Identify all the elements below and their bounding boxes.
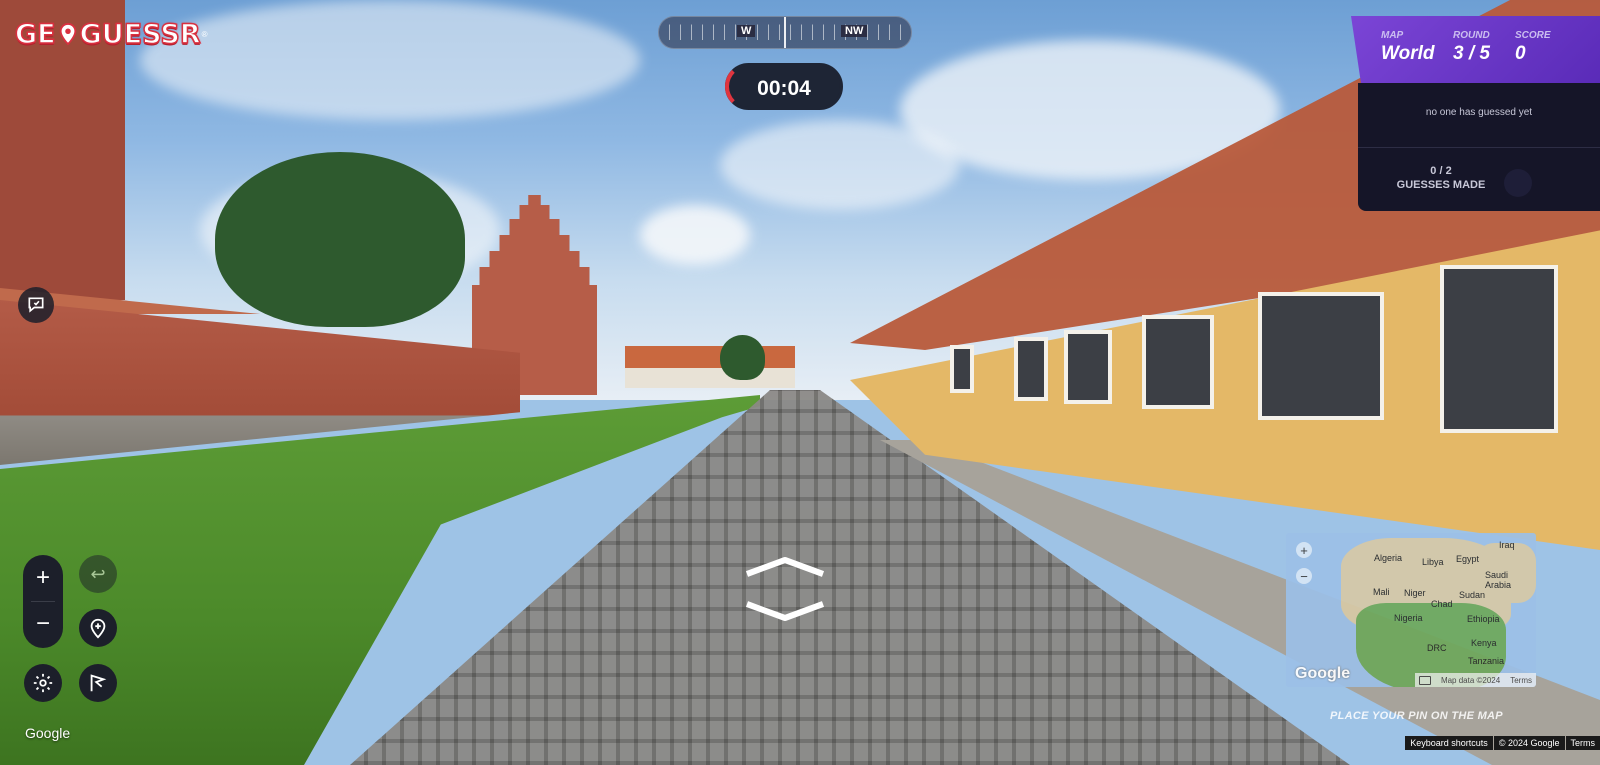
round-info: ROUND 3 / 5	[1453, 30, 1490, 65]
map-label: Niger	[1404, 588, 1426, 598]
chat-icon	[28, 297, 44, 313]
map-data-credit: Map data ©2024	[1440, 675, 1501, 685]
map-label: MAP	[1381, 30, 1404, 41]
minimap-footer: Map data ©2024 Terms	[1414, 673, 1536, 687]
distant-roof	[625, 346, 795, 368]
panel-divider	[1358, 147, 1600, 148]
map-label: DRC	[1427, 643, 1447, 653]
trademark-symbol: ®	[201, 29, 208, 39]
minimap-google-logo: Google	[1295, 665, 1351, 682]
chat-button[interactable]	[18, 287, 54, 323]
keyboard-shortcuts-link[interactable]: Keyboard shortcuts	[1405, 736, 1493, 750]
move-forward-icon[interactable]	[745, 556, 825, 578]
map-label: Libya	[1422, 557, 1444, 567]
map-label: Kenya	[1471, 638, 1497, 648]
map-label: Nigeria	[1394, 613, 1423, 623]
map-label: Egypt	[1456, 554, 1480, 564]
return-to-start-button[interactable]	[79, 609, 117, 647]
copyright-text: © 2024 Google	[1493, 736, 1565, 750]
map-label: Iraq	[1499, 540, 1515, 550]
cloud	[720, 120, 960, 210]
map-label: Sudan	[1459, 590, 1486, 600]
google-watermark: Google	[25, 725, 71, 741]
location-pin-icon	[59, 23, 76, 45]
window	[1258, 292, 1384, 420]
minimap-terms-link[interactable]: Terms	[1510, 676, 1532, 685]
compass-label-nw: NW	[841, 25, 868, 37]
cloud	[140, 0, 640, 120]
settings-icon	[33, 673, 53, 693]
zoom-out-button[interactable]: −	[23, 601, 63, 647]
score-value: 0	[1515, 43, 1526, 64]
settings-button[interactable]	[24, 664, 62, 702]
map-info: MAP World	[1381, 30, 1434, 65]
zoom-in-button[interactable]: +	[23, 555, 63, 601]
compass[interactable]: W NW	[658, 16, 912, 49]
geoguessr-logo[interactable]: GE GUESSR ®	[14, 16, 208, 52]
map-label: Saudi Arabia	[1485, 570, 1512, 590]
window	[1014, 337, 1048, 401]
compass-label-w: W	[737, 25, 756, 37]
terms-link[interactable]: Terms	[1565, 736, 1600, 750]
score-info: SCORE 0	[1515, 30, 1551, 65]
tree	[720, 335, 765, 380]
logo-text-left: GE	[14, 18, 56, 51]
game-status-panel: MAP World ROUND 3 / 5 SCORE 0 no one has…	[1351, 16, 1600, 211]
window	[950, 345, 974, 393]
round-value: 3 / 5	[1453, 43, 1490, 64]
undo-icon: ↩	[90, 563, 106, 584]
map-label: Algeria	[1374, 553, 1403, 563]
round-label: ROUND	[1453, 30, 1490, 41]
tree	[215, 152, 465, 327]
keyboard-icon[interactable]	[1418, 675, 1431, 685]
compass-center-line	[784, 17, 786, 48]
move-backward-icon[interactable]	[745, 600, 825, 622]
score-label: SCORE	[1515, 30, 1551, 41]
guess-status-text: no one has guessed yet	[1425, 107, 1533, 118]
logo-text-right: GUESSR	[79, 18, 202, 51]
map-label: Chad	[1431, 599, 1453, 609]
undo-move-button[interactable]: ↩	[79, 555, 117, 593]
timer-value: 00:04	[757, 77, 811, 100]
report-flag-button[interactable]	[79, 664, 117, 702]
flag-icon	[90, 674, 107, 692]
guesses-made-label: GUESSES MADE	[1396, 179, 1486, 191]
minimap-zoom-out-button[interactable]: −	[1296, 568, 1312, 584]
round-timer: 00:04	[725, 63, 843, 110]
guesses-panel: no one has guessed yet 0 / 2 GUESSES MAD…	[1358, 83, 1600, 211]
map-label: Mali	[1373, 587, 1390, 597]
map-value: World	[1381, 43, 1435, 64]
cloud	[640, 205, 750, 265]
place-pin-hint: PLACE YOUR PIN ON THE MAP	[1330, 710, 1503, 722]
zoom-control: + −	[23, 555, 63, 648]
add-pin-icon	[90, 618, 106, 639]
minimap-zoom-in-button[interactable]: +	[1296, 542, 1312, 558]
guess-indicator	[1504, 169, 1532, 197]
game-status-header: MAP World ROUND 3 / 5 SCORE 0	[1351, 16, 1600, 83]
guess-minimap[interactable]: Algeria Libya Egypt Iraq Saudi Arabia Ma…	[1286, 533, 1536, 687]
window	[1142, 315, 1214, 409]
window	[1064, 330, 1112, 404]
map-label: Ethiopia	[1467, 614, 1500, 624]
guesses-count: 0 / 2	[1430, 165, 1452, 177]
map-label: Tanzania	[1468, 656, 1505, 666]
window	[1440, 265, 1558, 433]
attribution-bar: Keyboard shortcuts © 2024 Google Terms	[1404, 736, 1600, 750]
